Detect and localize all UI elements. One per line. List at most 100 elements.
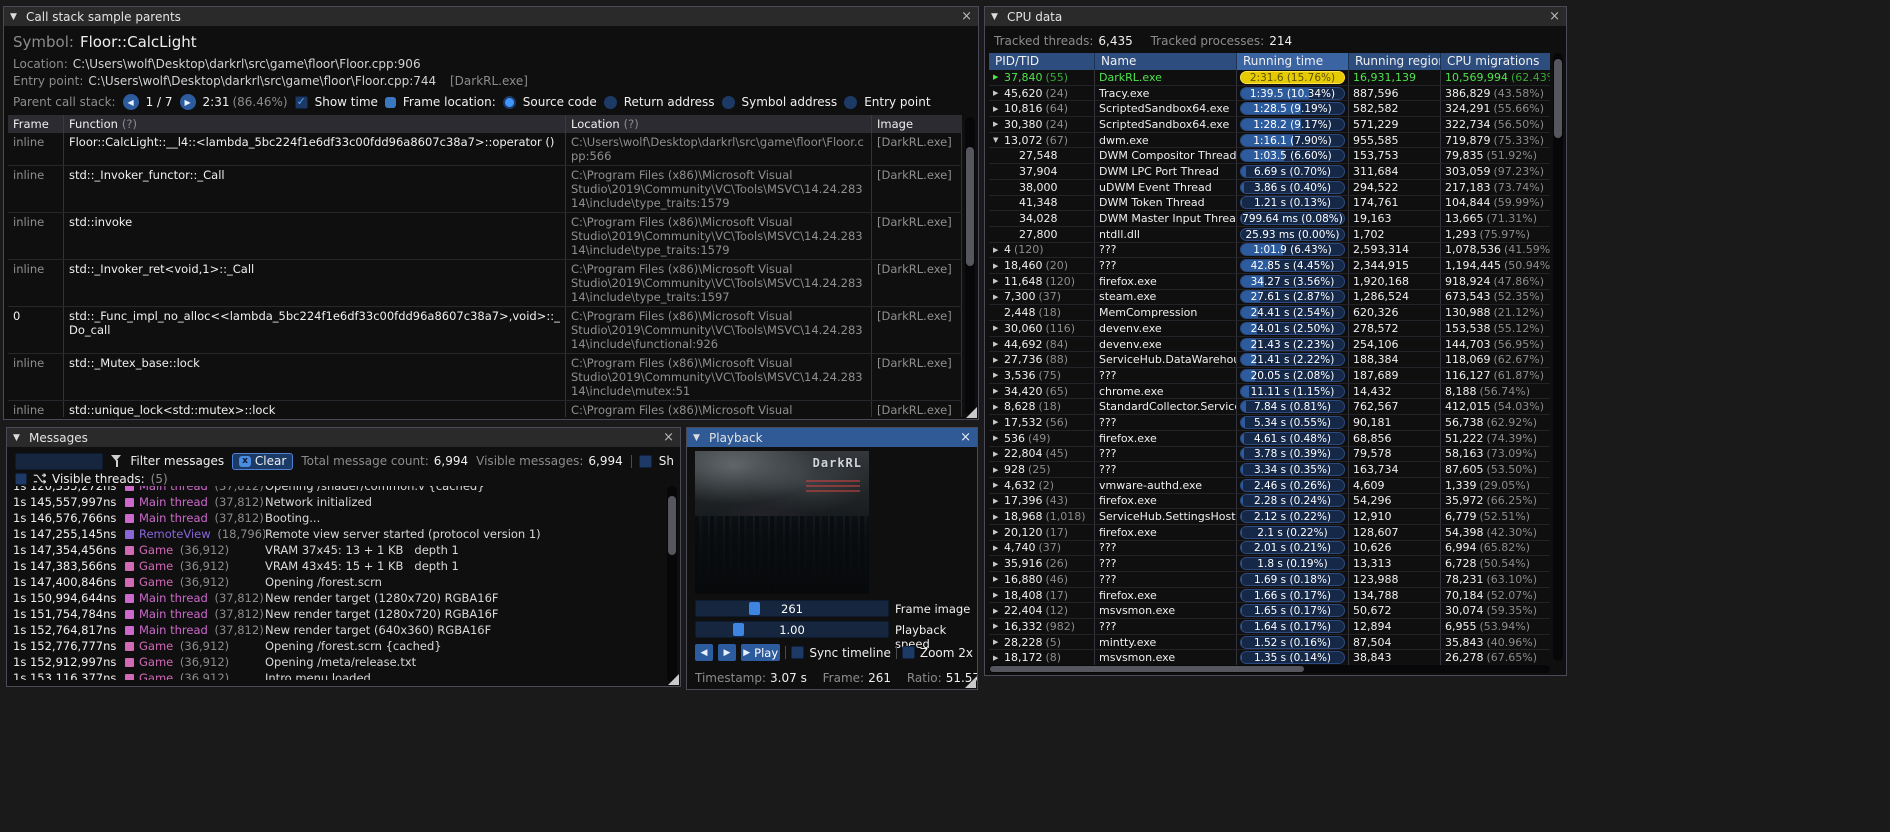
- cpu-row[interactable]: ▶27,736 (88)ServiceHub.DataWarehouse21.4…: [989, 352, 1550, 369]
- close-icon[interactable]: ×: [1549, 10, 1560, 23]
- cpu-row[interactable]: 27,800 ntdll.dll 25.93 ms (0.00%) 1,702 1,29…: [989, 226, 1550, 243]
- cpu-row[interactable]: ▶ 35,916 (26)??? 1.8 s (0.19%) 13,313 6,728 …: [989, 556, 1550, 572]
- cpu-row[interactable]: ▶ 10,816 (64) ScriptedSandbox64.exe 1:28.5 …: [989, 101, 1550, 118]
- callstack-row[interactable]: inline std::_Invoker_functor::_Call C:\Pro…: [8, 166, 962, 213]
- expand-icon[interactable]: ▶: [993, 293, 1004, 301]
- header-image[interactable]: Image: [872, 115, 962, 133]
- message-row[interactable]: 1s 152,764,817ns Main thread (37,812) New …: [13, 622, 664, 638]
- cpu-row[interactable]: 27,548 DWM Compositor Thread 1:03.5 (6.60%…: [989, 148, 1550, 165]
- expand-icon[interactable]: ▶: [993, 73, 1004, 81]
- close-icon[interactable]: ×: [961, 10, 972, 23]
- message-row[interactable]: 1s 147,383,566ns Game (36,912) VRAM 43x45:…: [13, 558, 664, 574]
- filter-input[interactable]: [15, 452, 104, 470]
- cpu-row[interactable]: ▶ 45,620 (24) Tracy.exe 1:39.5 (10.34%) 887,…: [989, 85, 1550, 102]
- callstack-row[interactable]: inline Floor::CalcLight::__l4::<lambda_5b…: [8, 133, 962, 166]
- callstack-scrollbar-thumb[interactable]: [966, 146, 974, 266]
- threads-checkbox[interactable]: [15, 472, 27, 485]
- expand-icon[interactable]: ▶: [993, 622, 1004, 630]
- cpu-row[interactable]: ▶ 7,300 (37) steam.exe 27.61 s (2.87%) 1,286…: [989, 289, 1550, 306]
- expand-icon[interactable]: ▶: [993, 387, 1004, 395]
- message-row[interactable]: 1s 153,116,377ns Game (36,912) Intro menu …: [13, 670, 664, 680]
- clipped-checkbox[interactable]: [638, 454, 652, 468]
- cpu-row[interactable]: ▶ 3,536 (75)??? 20.05 s (2.08%) 187,689 116,…: [989, 368, 1550, 384]
- expand-icon[interactable]: ▶: [993, 466, 1004, 474]
- collapse-icon[interactable]: ▼: [991, 12, 1001, 22]
- cpu-row[interactable]: ▶ 16,332 (982)??? 1.64 s (0.17%) 12,894 6,95…: [989, 619, 1550, 635]
- play-button[interactable]: ▶ Play: [741, 644, 781, 661]
- frame-image-slider[interactable]: 261: [695, 600, 889, 617]
- cpu-row[interactable]: ▶ 34,420 (65) chrome.exe 11.11 s (1.15%) 14,…: [989, 383, 1550, 400]
- header-location[interactable]: Location (?): [566, 115, 872, 133]
- cpu-scrollbar[interactable]: [1553, 53, 1563, 661]
- expand-icon[interactable]: ▶: [993, 246, 1004, 254]
- expand-icon[interactable]: ▶: [993, 403, 1004, 411]
- expand-icon[interactable]: ▶: [993, 277, 1004, 285]
- cpu-row[interactable]: ▶ 18,968 (1,018) ServiceHub.SettingsHost.e…: [989, 509, 1550, 525]
- callstack-titlebar[interactable]: ▼ Call stack sample parents ×: [4, 7, 978, 26]
- message-row[interactable]: 1s 146,576,766ns Main thread (37,812) Boot…: [13, 510, 664, 526]
- cpu-hscrollbar[interactable]: [989, 665, 1550, 673]
- expand-icon[interactable]: ▶: [993, 544, 1004, 552]
- resize-grip[interactable]: [965, 677, 976, 688]
- prev-parent-button[interactable]: ◀: [122, 94, 139, 110]
- clear-button[interactable]: x Clear: [232, 452, 294, 470]
- cpu-row[interactable]: 37,904 DWM LPC Port Thread 6.69 s (0.70%) 3…: [989, 164, 1550, 180]
- cpu-row[interactable]: ▶ 44,692 (84) devenv.exe 21.43 s (2.23%) 254…: [989, 336, 1550, 353]
- header-running-time[interactable]: Running time: [1237, 53, 1349, 70]
- expand-icon[interactable]: ▶: [993, 89, 1004, 97]
- header-cpu-migrations[interactable]: CPU migrations: [1441, 53, 1550, 70]
- message-row[interactable]: 1s 151,754,784ns Main thread (37,812) New …: [13, 606, 664, 622]
- radio-symbol-address[interactable]: [721, 95, 735, 109]
- collapse-icon[interactable]: ▼: [693, 433, 703, 443]
- expand-icon[interactable]: ▶: [993, 481, 1004, 489]
- expand-icon[interactable]: ▶: [993, 497, 1004, 505]
- header-pid-tid[interactable]: PID/TID: [989, 53, 1095, 70]
- cpu-hscrollbar-thumb[interactable]: [990, 666, 1305, 672]
- visible-threads-row[interactable]: Visible threads: (5): [15, 471, 168, 486]
- callstack-row[interactable]: inline std::_Mutex_base::lock C:\Program F…: [8, 354, 962, 401]
- message-row[interactable]: 1s 152,776,777ns Game (36,912) Opening /fo…: [13, 638, 664, 654]
- cpu-row[interactable]: ▶ 928 (25)??? 3.34 s (0.35%) 163,734 87,605 …: [989, 462, 1550, 478]
- expand-icon[interactable]: ▶: [993, 434, 1004, 442]
- expand-icon[interactable]: ▶: [993, 591, 1004, 599]
- cpu-row[interactable]: ▶ 11,648 (120) firefox.exe 34.27 s (3.56%) 1…: [989, 273, 1550, 290]
- expand-icon[interactable]: ▶: [993, 324, 1004, 332]
- expand-icon[interactable]: ▶: [993, 575, 1004, 583]
- cpu-row[interactable]: 2,448 (18) MemCompression 24.41 s (2.54%) 6…: [989, 305, 1550, 321]
- message-row[interactable]: 1s 152,912,997ns Game (36,912) Opening /me…: [13, 654, 664, 670]
- cpu-row[interactable]: 38,000 uDWM Event Thread 3.86 s (0.40%) 294…: [989, 179, 1550, 196]
- message-row[interactable]: 1s 145,557,997ns Main thread (37,812) Netw…: [13, 494, 664, 510]
- header-running-regions[interactable]: Running regions: [1349, 53, 1441, 70]
- callstack-row[interactable]: inline std::unique_lock<std::mutex>::lock…: [8, 401, 962, 417]
- expand-icon[interactable]: ▶: [993, 371, 1004, 379]
- message-row[interactable]: 1s 147,400,846ns Game (36,912) Opening /fo…: [13, 574, 664, 590]
- playback-speed-slider[interactable]: 1.00: [695, 621, 889, 638]
- expand-icon[interactable]: ▶: [993, 638, 1004, 646]
- header-name[interactable]: Name: [1095, 53, 1237, 70]
- expand-icon[interactable]: ▶: [993, 105, 1004, 113]
- cpu-row[interactable]: ▶ 30,060 (116) devenv.exe 24.01 s (2.50%) 27…: [989, 321, 1550, 337]
- callstack-row[interactable]: inline std::invoke C:\Program Files (x86)\…: [8, 213, 962, 260]
- close-icon[interactable]: ×: [960, 431, 971, 444]
- cpu-row[interactable]: ▶ 8,628 (18) StandardCollector.Service.e 7.…: [989, 399, 1550, 416]
- header-frame[interactable]: Frame: [8, 115, 64, 133]
- cpu-row[interactable]: ▶ 22,804 (45)??? 3.78 s (0.39%) 79,578 58,16…: [989, 446, 1550, 463]
- cpu-row[interactable]: ▶ 30,380 (24) ScriptedSandbox64.exe 1:28.2 …: [989, 117, 1550, 133]
- callstack-row[interactable]: 0 std::_Func_impl_no_alloc<<lambda_5bc224…: [8, 307, 962, 354]
- resize-grip[interactable]: [966, 407, 977, 418]
- cpu-row[interactable]: ▶ 17,532 (56)??? 5.34 s (0.55%) 90,181 56,73…: [989, 415, 1550, 431]
- collapse-icon[interactable]: ▼: [13, 433, 23, 443]
- expand-icon[interactable]: ▶: [993, 120, 1004, 128]
- radio-return-address[interactable]: [603, 95, 617, 109]
- message-row[interactable]: 1s 150,994,644ns Main thread (37,812) New …: [13, 590, 664, 606]
- cpu-row[interactable]: ▶ 4,632 (2) vmware-authd.exe 2.46 s (0.26%)…: [989, 477, 1550, 494]
- header-function[interactable]: Function (?): [64, 115, 566, 133]
- cpu-row[interactable]: ▶ 16,880 (46)??? 1.69 s (0.18%) 123,988 78,2…: [989, 572, 1550, 588]
- cpu-row[interactable]: ▶ 18,408 (17) firefox.exe 1.66 s (0.17%) 134…: [989, 587, 1550, 604]
- expand-icon[interactable]: ▶: [993, 607, 1004, 615]
- cpu-row[interactable]: 34,028 DWM Master Input Thread 799.64 ms (…: [989, 211, 1550, 227]
- radio-entry-point[interactable]: [844, 95, 858, 109]
- cpu-row[interactable]: ▶ 20,120 (17) firefox.exe 2.1 s (0.22%) 128,…: [989, 524, 1550, 541]
- cpu-row[interactable]: ▶ 28,228 (5) mintty.exe 1.52 s (0.16%) 87,50…: [989, 634, 1550, 651]
- cpu-row[interactable]: ▶ 18,172 (8) msvsmon.exe 1.35 s (0.14%) 38,8…: [989, 650, 1550, 665]
